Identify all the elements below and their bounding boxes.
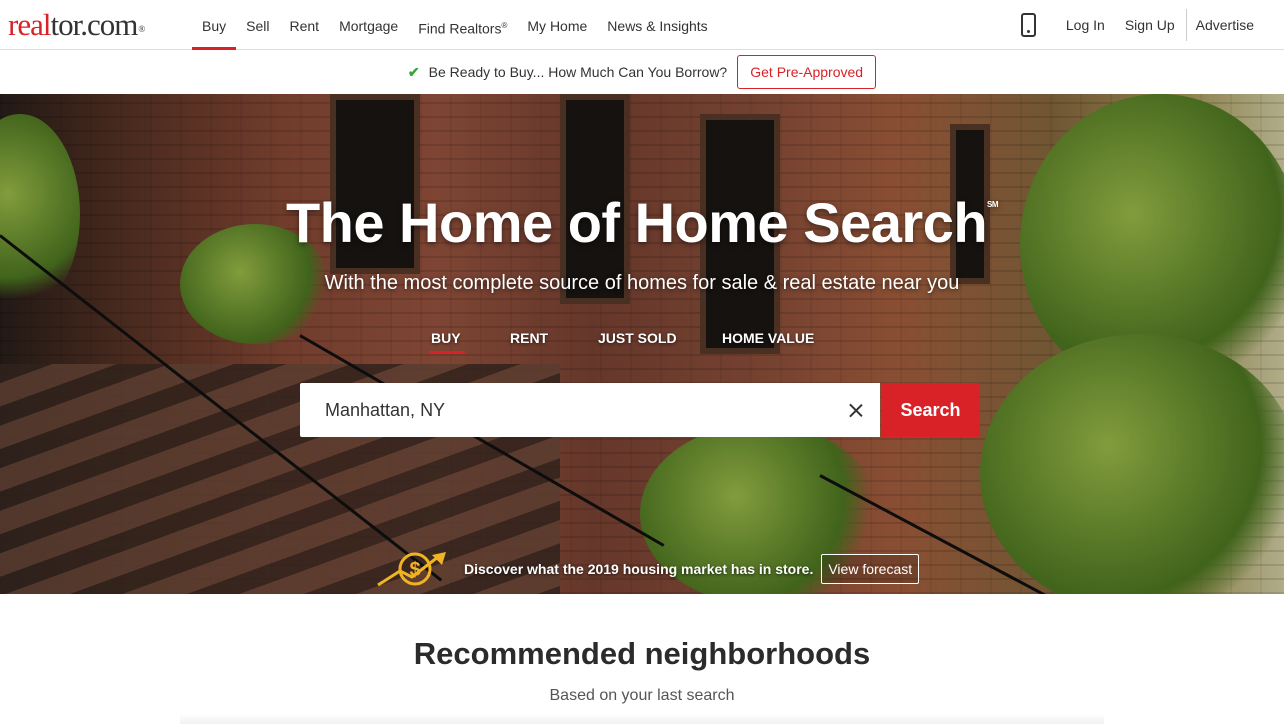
view-forecast-button[interactable]: View forecast <box>821 554 920 584</box>
search-type-tabs: BUY RENT JUST SOLD HOME VALUE <box>0 330 1284 356</box>
location-search-input[interactable] <box>300 383 820 437</box>
mobile-phone-icon[interactable] <box>1020 13 1036 37</box>
hero-subtitle: With the most complete source of homes f… <box>324 272 960 294</box>
nav-find-realtors[interactable]: Find Realtors® <box>408 0 517 50</box>
nav-sell[interactable]: Sell <box>236 0 279 50</box>
dollar-trend-icon: $ <box>376 549 458 589</box>
top-navigation: realtor.com® Buy Sell Rent Mortgage Find… <box>0 0 1284 50</box>
signup-link[interactable]: Sign Up <box>1115 17 1185 33</box>
nav-rent[interactable]: Rent <box>279 0 329 50</box>
location-search-box <box>300 383 880 437</box>
login-link[interactable]: Log In <box>1056 17 1115 33</box>
checkmark-icon: ✔ <box>407 63 420 80</box>
advertise-link[interactable]: Advertise <box>1187 17 1284 33</box>
tab-home-value[interactable]: HOME VALUE <box>722 330 814 346</box>
search-button[interactable]: Search <box>881 383 980 437</box>
forecast-text: Discover what the 2019 housing market ha… <box>464 561 814 577</box>
hero-title: The Home of Home SearchSM <box>285 191 999 254</box>
forecast-banner: $ Discover what the 2019 housing market … <box>376 549 920 589</box>
recommended-title: Recommended neighborhoods <box>413 636 871 671</box>
nav-news-insights[interactable]: News & Insights <box>597 0 717 50</box>
nav-find-realtors-label: Find Realtors <box>418 20 502 37</box>
tab-buy[interactable]: BUY <box>429 330 465 354</box>
svg-text:$: $ <box>409 559 420 581</box>
clear-search-icon[interactable] <box>846 400 866 420</box>
nav-buy[interactable]: Buy <box>192 0 237 50</box>
realtor-logo[interactable]: realtor.com® <box>8 8 145 42</box>
tab-rent[interactable]: RENT <box>510 330 548 346</box>
promo-text: Be Ready to Buy... How Much Can You Borr… <box>428 64 728 80</box>
recommended-subtitle: Based on your last search <box>549 687 735 704</box>
main-nav: Buy Sell Rent Mortgage Find Realtors® My… <box>192 0 718 50</box>
hero-section: The Home of Home SearchSM With the most … <box>0 94 1284 594</box>
nav-mortgage[interactable]: Mortgage <box>329 0 408 50</box>
nav-my-home[interactable]: My Home <box>517 0 597 50</box>
get-pre-approved-button[interactable]: Get Pre-Approved <box>737 55 877 89</box>
tab-just-sold[interactable]: JUST SOLD <box>598 330 677 346</box>
recommended-cards-edge <box>180 714 1104 724</box>
promo-bar: ✔ Be Ready to Buy... How Much Can You Bo… <box>0 50 1284 94</box>
account-nav: Log In Sign Up Advertise <box>1020 0 1284 50</box>
